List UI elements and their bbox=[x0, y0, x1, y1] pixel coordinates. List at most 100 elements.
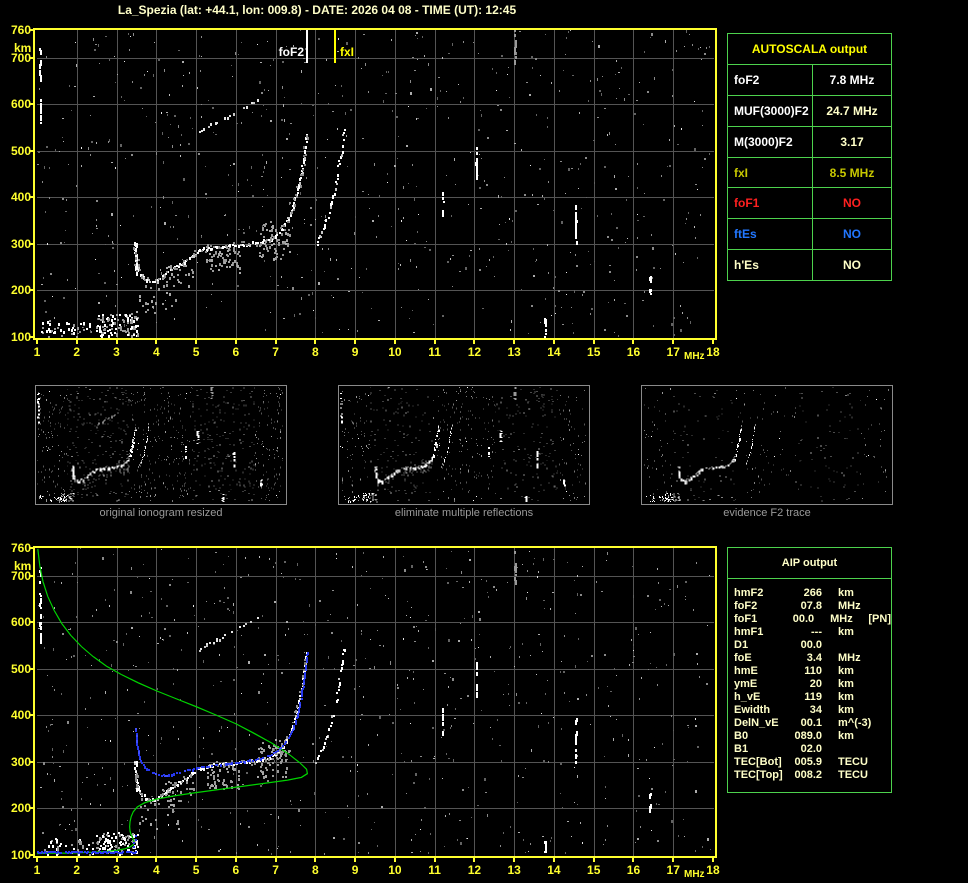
aip-row-hmF2: hmF2 266 km bbox=[728, 587, 891, 600]
aip-row-value: 07.8 bbox=[800, 600, 822, 612]
aip-row-param: B1 bbox=[734, 743, 749, 755]
aip-row-value: 005.9 bbox=[794, 756, 822, 768]
y-axis-tick-label: 760 bbox=[10, 23, 31, 37]
x-axis-tick-label: 15 bbox=[587, 863, 601, 877]
aip-row-TECBot: TEC[Bot] 005.9 TECU bbox=[728, 756, 891, 769]
aip-row-param: DelN_vE bbox=[734, 717, 779, 729]
x-axis-tick-label: 8 bbox=[312, 863, 319, 877]
autoscala-application-window: La_Spezia (lat: +44.1, lon: 009.8) - DAT… bbox=[0, 0, 968, 883]
thumbnail-caption-eliminate: eliminate multiple reflections bbox=[394, 507, 534, 519]
aip-row-foF2: foF2 07.8 MHz bbox=[728, 600, 891, 613]
fxi-marker-label: fxI bbox=[340, 45, 355, 59]
autoscala-row-label: ftEs bbox=[728, 219, 813, 250]
aip-table-rows: hmF2 266 km foF2 07.8 MHz foF1 00.0 MHz [PN] hmF1 -… bbox=[728, 579, 891, 782]
x-axis-tick-label: 17 bbox=[666, 345, 680, 359]
x-axis-tick-label: 15 bbox=[587, 345, 601, 359]
x-axis-tick-label: 9 bbox=[351, 345, 359, 359]
autoscala-row-label: foF1 bbox=[728, 188, 813, 219]
x-axis-tick-label: 18 bbox=[706, 345, 720, 359]
x-axis-tick-label: 18 bbox=[706, 863, 720, 877]
aip-output-table: AIP output hmF2 266 km foF2 07.8 MHz foF1 00.0 M… bbox=[727, 547, 892, 793]
y-axis-tick-label: 400 bbox=[10, 708, 31, 723]
x-axis-tick-label: 2 bbox=[73, 863, 81, 877]
aip-row-value: 00.0 bbox=[792, 613, 815, 625]
main-ionogram-plot bbox=[29, 26, 719, 344]
aip-row-param: foE bbox=[734, 652, 752, 664]
aip-row-hmE: hmE 110 km bbox=[728, 665, 891, 678]
aip-row-value: --- bbox=[811, 626, 822, 638]
autoscala-row-foF2: foF2 7.8 MHz bbox=[728, 64, 891, 95]
aip-row-unit bbox=[838, 743, 880, 756]
aip-row-value: 00.0 bbox=[800, 639, 822, 651]
station-title: La_Spezia (lat: +44.1, lon: 009.8) - DAT… bbox=[117, 3, 517, 17]
aip-row-unit: km bbox=[838, 587, 854, 599]
x-axis-tick-label: 8 bbox=[312, 345, 319, 359]
aip-row-param: TEC[Bot] bbox=[734, 756, 782, 768]
x-axis-tick-label: 14 bbox=[547, 863, 561, 877]
aip-row-unit: km bbox=[838, 626, 854, 638]
aip-row-extra: [PN] bbox=[868, 613, 891, 625]
x-axis-tick-label: 6 bbox=[232, 345, 240, 359]
autoscala-row-value: 7.8 MHz bbox=[829, 72, 875, 87]
aip-row-hmF1: hmF1 --- km bbox=[728, 626, 891, 639]
aip-row-foF1: foF1 00.0 MHz [PN] bbox=[728, 613, 891, 626]
aip-row-TECTop: TEC[Top] 008.2 TECU bbox=[728, 769, 891, 782]
autoscala-table-header: AUTOSCALA output bbox=[751, 42, 868, 56]
y-axis-tick-label: 400 bbox=[10, 190, 31, 205]
x-axis-tick-label: 3 bbox=[113, 863, 120, 877]
fof2-marker-label: foF2 bbox=[278, 45, 304, 59]
x-axis-tick-label: 5 bbox=[192, 345, 200, 359]
x-axis-tick-label: 4 bbox=[152, 863, 160, 877]
aip-row-unit: MHz bbox=[838, 652, 861, 664]
x-axis-tick-label: 12 bbox=[467, 863, 482, 877]
autoscala-row-label: MUF(3000)F2 bbox=[728, 95, 813, 126]
x-axis-tick-label: 10 bbox=[388, 863, 402, 877]
autoscala-row-value: NO bbox=[843, 258, 861, 273]
aip-row-foE: foE 3.4 MHz bbox=[728, 652, 891, 665]
y-axis-unit-label: km bbox=[14, 41, 32, 55]
thumbnail-caption-original: original ionogram resized bbox=[99, 507, 223, 519]
aip-row-unit: m^(-3) bbox=[838, 717, 872, 729]
y-axis-unit-label: km bbox=[14, 559, 32, 573]
y-axis-tick-label: 500 bbox=[10, 661, 31, 676]
aip-row-Ewidth: Ewidth 34 km bbox=[728, 704, 891, 717]
aip-row-unit: MHz bbox=[838, 600, 861, 612]
thumbnail-caption-evidence: evidence F2 trace bbox=[723, 507, 811, 519]
x-axis-tick-label: 11 bbox=[428, 345, 441, 359]
aip-row-unit bbox=[838, 639, 880, 652]
x-axis-tick-label: 1 bbox=[33, 345, 41, 359]
x-axis-tick-label: 1 bbox=[33, 863, 41, 877]
aip-row-D1: D1 00.0 bbox=[728, 639, 891, 652]
autoscala-row-ftEs: ftEs NO bbox=[728, 218, 891, 250]
aip-row-value: 02.0 bbox=[800, 743, 822, 755]
aip-row-value: 34 bbox=[809, 704, 822, 716]
aip-row-param: D1 bbox=[734, 639, 749, 651]
autoscala-output-table: AUTOSCALA output foF2 7.8 MHz MUF(3000)F2 2… bbox=[727, 33, 892, 281]
y-axis-tick-label: 760 bbox=[10, 541, 31, 555]
y-axis-tick-label: 600 bbox=[10, 97, 31, 112]
y-axis-tick-label: 300 bbox=[10, 236, 31, 251]
autoscala-table-rows: foF2 7.8 MHz MUF(3000)F2 24.7 MHz M(3000)F2 3… bbox=[728, 64, 891, 281]
aip-row-param: hmE bbox=[734, 665, 758, 677]
autoscala-row-label: fxI bbox=[728, 157, 813, 188]
autoscala-row-MUF3000F2: MUF(3000)F2 24.7 MHz bbox=[728, 94, 891, 126]
autoscala-row-value: 3.17 bbox=[840, 134, 864, 149]
x-axis-tick-label: 16 bbox=[626, 863, 641, 877]
x-axis-tick-label: 13 bbox=[507, 345, 521, 359]
aip-row-value: 00.1 bbox=[800, 717, 822, 729]
y-axis-tick-label: 200 bbox=[10, 283, 31, 298]
autoscala-row-value: NO bbox=[843, 196, 861, 211]
aip-row-param: Ewidth bbox=[734, 704, 771, 716]
y-axis-tick-label: 200 bbox=[10, 801, 31, 816]
aip-row-unit: km bbox=[838, 665, 854, 677]
autoscala-row-label: M(3000)F2 bbox=[728, 126, 813, 157]
autoscala-row-value: NO bbox=[843, 227, 861, 242]
aip-row-value: 089.0 bbox=[794, 730, 822, 742]
aip-row-unit: TECU bbox=[838, 756, 868, 768]
y-axis-tick-label: 500 bbox=[10, 143, 31, 158]
aip-row-ymE: ymE 20 km bbox=[728, 678, 891, 691]
y-axis-tick-label: 100 bbox=[10, 329, 31, 344]
thumbnail-eliminate-reflections bbox=[338, 385, 590, 505]
autoscala-row-fxI: fxI 8.5 MHz bbox=[728, 156, 891, 188]
aip-row-param: hmF1 bbox=[734, 626, 764, 638]
